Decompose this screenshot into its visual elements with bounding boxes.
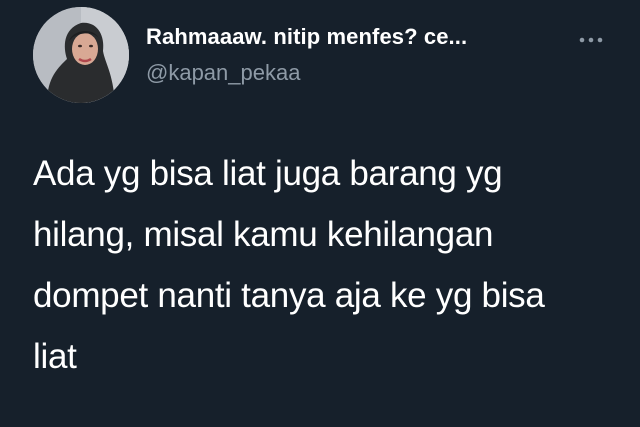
- more-options-icon[interactable]: [577, 30, 605, 50]
- avatar[interactable]: [33, 7, 129, 103]
- author-display-name[interactable]: Rahmaaaw. nitip menfes? ce...: [146, 24, 467, 50]
- tweet-text: Ada yg bisa liat juga barang yg hilang, …: [33, 154, 545, 376]
- author-handle[interactable]: @kapan_pekaa: [146, 60, 300, 86]
- tweet: Rahmaaaw. nitip menfes? ce... @kapan_pek…: [0, 0, 640, 427]
- profile-photo-icon: [33, 7, 129, 103]
